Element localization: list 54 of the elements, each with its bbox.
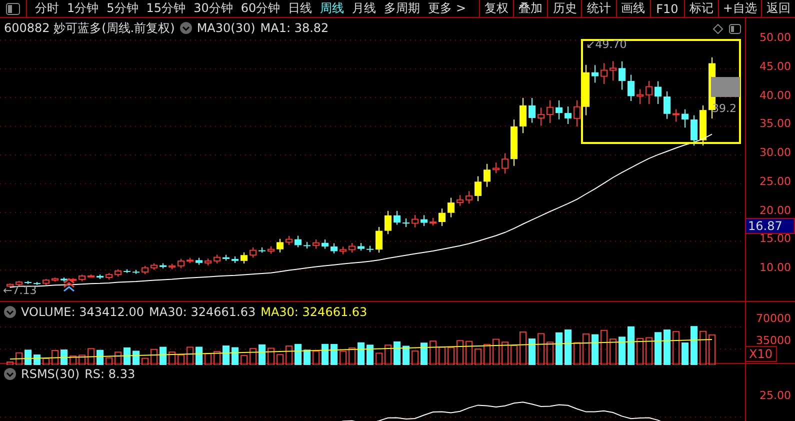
toolbar-button[interactable]: 标记 [684, 0, 719, 17]
period-tab[interactable]: 月线 [348, 0, 380, 17]
period-tab[interactable]: 1分钟 [63, 0, 103, 17]
chevron-down-icon[interactable] [4, 368, 16, 380]
price-tick: 35.00 [760, 117, 791, 130]
period-tab[interactable]: 15分钟 [142, 0, 190, 17]
price-tick: 30.00 [760, 146, 791, 159]
toolbar-button[interactable]: +自选 [718, 0, 762, 17]
toolbar-button[interactable]: 统计 [582, 0, 616, 17]
period-tab[interactable]: 周线 [316, 0, 348, 17]
ma-value: MA30: 324661.63 [149, 305, 256, 319]
price-tick: 50.00 [760, 31, 791, 44]
period-tab[interactable]: 日线 [284, 0, 316, 17]
price-tick: 25.00 [760, 174, 791, 188]
rs-value: RS: 8.33 [84, 367, 136, 381]
toolbar-button[interactable]: 叠加 [514, 0, 548, 17]
price-tick: 20.00 [760, 204, 791, 216]
period-tab[interactable]: 多周期 [380, 0, 424, 17]
stock-title: 600882 妙可蓝多(周线.前复权) [4, 20, 175, 36]
period-tab[interactable]: 5分钟 [102, 0, 142, 17]
price-tick: 40.00 [760, 88, 791, 102]
indicator-name: RSMS(30) [21, 367, 80, 381]
ma-value: MA30: 324661.63 [260, 305, 368, 319]
price-tick: 10.00 [760, 261, 791, 274]
range-marker [711, 77, 740, 97]
period-tab[interactable]: 60分钟 [236, 0, 284, 17]
period-tab[interactable]: 30分钟 [190, 0, 237, 17]
volume-value: VOLUME: 343412.00 [21, 305, 144, 319]
rsms-tick: 25.00 [760, 389, 791, 402]
chevron-up-icon [63, 278, 75, 292]
volume-tick: 70000 [756, 312, 791, 325]
low-price-label: ←7.13 [3, 284, 37, 297]
volume-tick: 35000 [756, 334, 791, 347]
toolbar-button[interactable]: F10 [650, 0, 685, 17]
panel-toggle-icon[interactable] [729, 24, 741, 34]
last-price-label: 39.2 [712, 102, 736, 115]
panel-toggle-icon[interactable] [6, 2, 20, 14]
toolbar-button[interactable]: 复权 [480, 0, 514, 17]
current-price-label: 16.87 [745, 218, 795, 234]
indicator-name: MA30(30) [196, 21, 256, 35]
ma-value: MA1: 38.82 [260, 21, 329, 35]
selection-rectangle[interactable] [581, 39, 741, 144]
toolbar-button[interactable]: 历史 [548, 0, 582, 17]
scale-label: X10 [745, 346, 776, 362]
high-price-label: ↙49.70 [586, 38, 627, 51]
diamond-icon[interactable] [713, 24, 723, 34]
price-tick: 45.00 [760, 60, 791, 73]
chevron-down-icon[interactable] [4, 306, 16, 318]
period-tab[interactable]: 分时 [31, 0, 63, 17]
chevron-down-icon[interactable] [180, 22, 192, 34]
toolbar-button[interactable]: 画线 [616, 0, 651, 17]
toolbar-button[interactable]: 返回 [762, 0, 795, 17]
price-tick: 15.00 [760, 232, 791, 246]
period-tab[interactable]: 更多 > [424, 0, 470, 17]
